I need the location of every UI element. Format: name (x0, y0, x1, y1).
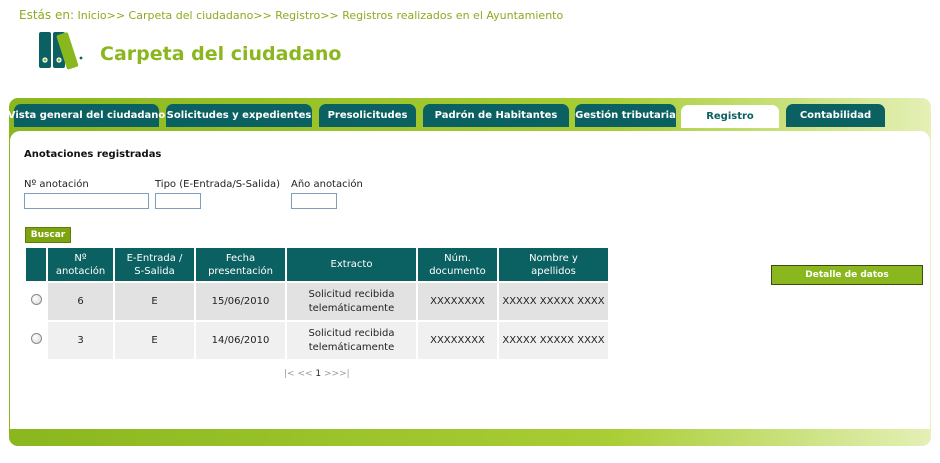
breadcrumb-link-carpeta[interactable]: Carpeta del ciudadano (129, 9, 254, 22)
field-label-anio: Año anotación (291, 179, 363, 190)
cell-fecha: 15/06/2010 (196, 283, 285, 320)
table-header-row: Nº anotación E-Entrada / S-Salida Fecha pre… (26, 248, 608, 281)
detail-button[interactable]: Detalle de datos (771, 265, 923, 285)
tab-presolicitudes[interactable]: Presolicitudes (319, 104, 416, 127)
cell-documento: XXXXXXXX (418, 283, 497, 320)
numero-anotacion-input[interactable] (24, 193, 149, 209)
row-select-cell (26, 322, 46, 359)
tab-padron-habitantes[interactable]: Padrón de Habitantes (423, 104, 569, 127)
tab-vista-general[interactable]: Vista general del ciudadano (8, 104, 165, 127)
tab-gestion-tributaria[interactable]: Gestión tributaria (575, 104, 676, 127)
cell-extracto: Solicitud recibida telemáticamente (287, 283, 416, 320)
binders-logo-icon (38, 30, 90, 70)
tab-contabilidad[interactable]: Contabilidad (786, 104, 885, 127)
cell-numero: 3 (48, 322, 113, 359)
content-panel: Anotaciones registradas Nº anotación Tip… (10, 131, 930, 429)
page-title: Carpeta del ciudadano (100, 43, 342, 65)
cell-nombre: XXXXX XXXXX XXXX (499, 322, 608, 359)
table-row[interactable]: 3 E 14/06/2010 Solicitud recibida telemát… (26, 322, 608, 359)
header-extracto: Extracto (287, 248, 416, 281)
field-label-numero: Nº anotación (24, 179, 89, 190)
anio-anotacion-input[interactable] (291, 193, 337, 209)
search-button[interactable]: Buscar (25, 227, 71, 243)
cell-extracto: Solicitud recibida telemáticamente (287, 322, 416, 359)
header-select (26, 248, 46, 281)
breadcrumb-link-inicio[interactable]: Inicio (78, 9, 107, 22)
header-numero: Nº anotación (48, 248, 113, 281)
row-select-radio[interactable] (30, 293, 42, 305)
breadcrumb-separator: >> (320, 9, 339, 22)
header-documento: Núm. documento (418, 248, 497, 281)
cell-nombre: XXXXX XXXXX XXXX (499, 283, 608, 320)
field-label-tipo: Tipo (E-Entrada/S-Salida) (155, 179, 281, 190)
tab-solicitudes-expedientes[interactable]: Solicitudes y expedientes (166, 104, 312, 127)
row-select-radio[interactable] (30, 332, 42, 344)
header-fecha: Fecha presentación (196, 248, 285, 281)
results-table: Nº anotación E-Entrada / S-Salida Fecha pre… (24, 246, 610, 361)
cell-fecha: 14/06/2010 (196, 322, 285, 359)
cell-numero: 6 (48, 283, 113, 320)
breadcrumb-separator: >> (253, 9, 272, 22)
cell-tipo: E (115, 283, 194, 320)
row-select-cell (26, 283, 46, 320)
breadcrumb-label: Estás en: (19, 8, 74, 22)
main-frame: Vista general del ciudadano Solicitudes … (8, 98, 931, 446)
pagination-last[interactable]: >| (339, 369, 350, 379)
pagination-current-page[interactable]: 1 (315, 369, 321, 379)
pagination-first[interactable]: |< (284, 369, 295, 379)
pagination: |< << 1 >>>| (284, 369, 350, 379)
breadcrumb: Estás en: Inicio>> Carpeta del ciudadano… (19, 8, 563, 22)
tipo-input[interactable] (155, 193, 201, 209)
section-title: Anotaciones registradas (24, 149, 162, 160)
cell-tipo: E (115, 322, 194, 359)
pagination-next[interactable]: >> (324, 369, 339, 379)
header-nombre: Nombre y apellidos (499, 248, 608, 281)
tab-registro[interactable]: Registro (681, 105, 779, 128)
header-tipo: E-Entrada / S-Salida (115, 248, 194, 281)
breadcrumb-link-registro[interactable]: Registro (275, 9, 320, 22)
pagination-prev[interactable]: << (297, 369, 312, 379)
breadcrumb-current: Registros realizados en el Ayuntamiento (342, 9, 564, 22)
table-row[interactable]: 6 E 15/06/2010 Solicitud recibida telemát… (26, 283, 608, 320)
breadcrumb-separator: >> (106, 9, 126, 22)
cell-documento: XXXXXXXX (418, 322, 497, 359)
